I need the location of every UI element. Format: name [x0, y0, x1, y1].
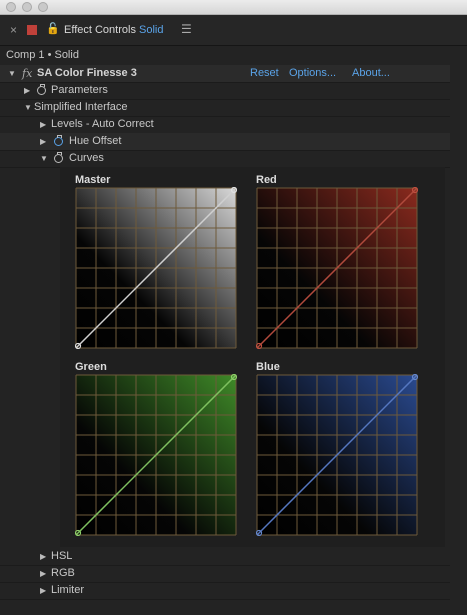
stopwatch-icon[interactable]	[37, 84, 46, 95]
tree-label: Simplified Interface	[34, 101, 128, 113]
tree-item-curves[interactable]: ▼ Curves	[0, 150, 450, 168]
about-link[interactable]: About...	[352, 65, 390, 82]
tree-label: Parameters	[51, 84, 108, 96]
red-curve-graph[interactable]	[256, 187, 418, 349]
curve-label-green: Green	[75, 361, 107, 373]
collapse-triangle-icon[interactable]: ▶	[40, 116, 46, 133]
fx-icon[interactable]: fx	[22, 65, 32, 82]
close-window-button[interactable]	[6, 2, 16, 12]
panel-tab-bar: × 🔓 Effect Controls Solid ☰	[0, 15, 467, 46]
close-panel-icon[interactable]: ×	[10, 23, 17, 37]
options-link[interactable]: Options...	[289, 65, 336, 82]
collapse-triangle-icon[interactable]: ▶	[40, 133, 46, 150]
reset-link[interactable]: Reset	[250, 65, 279, 82]
curve-label-blue: Blue	[256, 361, 280, 373]
collapse-triangle-icon[interactable]: ▶	[24, 82, 30, 99]
tree-item-rgb[interactable]: ▶ RGB	[0, 565, 450, 583]
effect-row[interactable]: ▼ fx SA Color Finesse 3 Reset Options...…	[0, 65, 450, 83]
master-curve-graph[interactable]	[75, 187, 237, 349]
expand-triangle-icon[interactable]: ▼	[24, 99, 32, 116]
tree-item-parameters[interactable]: ▶ Parameters	[0, 82, 450, 100]
panel-title: Effect Controls	[64, 24, 136, 36]
blue-curve-graph[interactable]	[256, 374, 418, 536]
panel-tab-title[interactable]: Effect Controls Solid	[64, 24, 163, 36]
tree-item-simplified-interface[interactable]: ▼ Simplified Interface	[0, 99, 450, 117]
minimize-window-button[interactable]	[22, 2, 32, 12]
tree-label: Limiter	[51, 584, 85, 596]
zoom-window-button[interactable]	[38, 2, 48, 12]
window-titlebar	[0, 0, 467, 15]
tree-label: HSL	[51, 550, 73, 562]
effect-name: SA Color Finesse 3	[37, 67, 137, 79]
expand-triangle-icon[interactable]: ▼	[40, 150, 48, 167]
green-curve-graph[interactable]	[75, 374, 237, 536]
collapse-triangle-icon[interactable]: ▶	[40, 548, 46, 565]
expand-triangle-icon[interactable]: ▼	[8, 65, 16, 82]
stopwatch-active-icon[interactable]	[54, 135, 63, 146]
lock-icon[interactable]: 🔓	[46, 22, 60, 35]
layer-color-swatch	[27, 25, 37, 35]
panel-scrollbar[interactable]	[452, 60, 460, 600]
breadcrumb: Comp 1 • Solid	[6, 49, 79, 61]
tree-item-limiter[interactable]: ▶ Limiter	[0, 582, 450, 600]
collapse-triangle-icon[interactable]: ▶	[40, 565, 46, 582]
panel-menu-icon[interactable]: ☰	[181, 22, 192, 36]
tree-label: Hue Offset	[69, 135, 122, 147]
tree-label: Levels - Auto Correct	[51, 118, 154, 130]
tree-label: Curves	[69, 152, 104, 164]
curve-label-red: Red	[256, 174, 277, 186]
curve-label-master: Master	[75, 174, 111, 186]
tree-item-hue-offset[interactable]: ▶ Hue Offset	[0, 133, 450, 151]
stopwatch-icon[interactable]	[54, 152, 63, 163]
tree-item-hsl[interactable]: ▶ HSL	[0, 548, 450, 566]
tree-label: RGB	[51, 567, 75, 579]
collapse-triangle-icon[interactable]: ▶	[40, 582, 46, 599]
layer-name: Solid	[139, 24, 164, 36]
tree-item-levels[interactable]: ▶ Levels - Auto Correct	[0, 116, 450, 134]
